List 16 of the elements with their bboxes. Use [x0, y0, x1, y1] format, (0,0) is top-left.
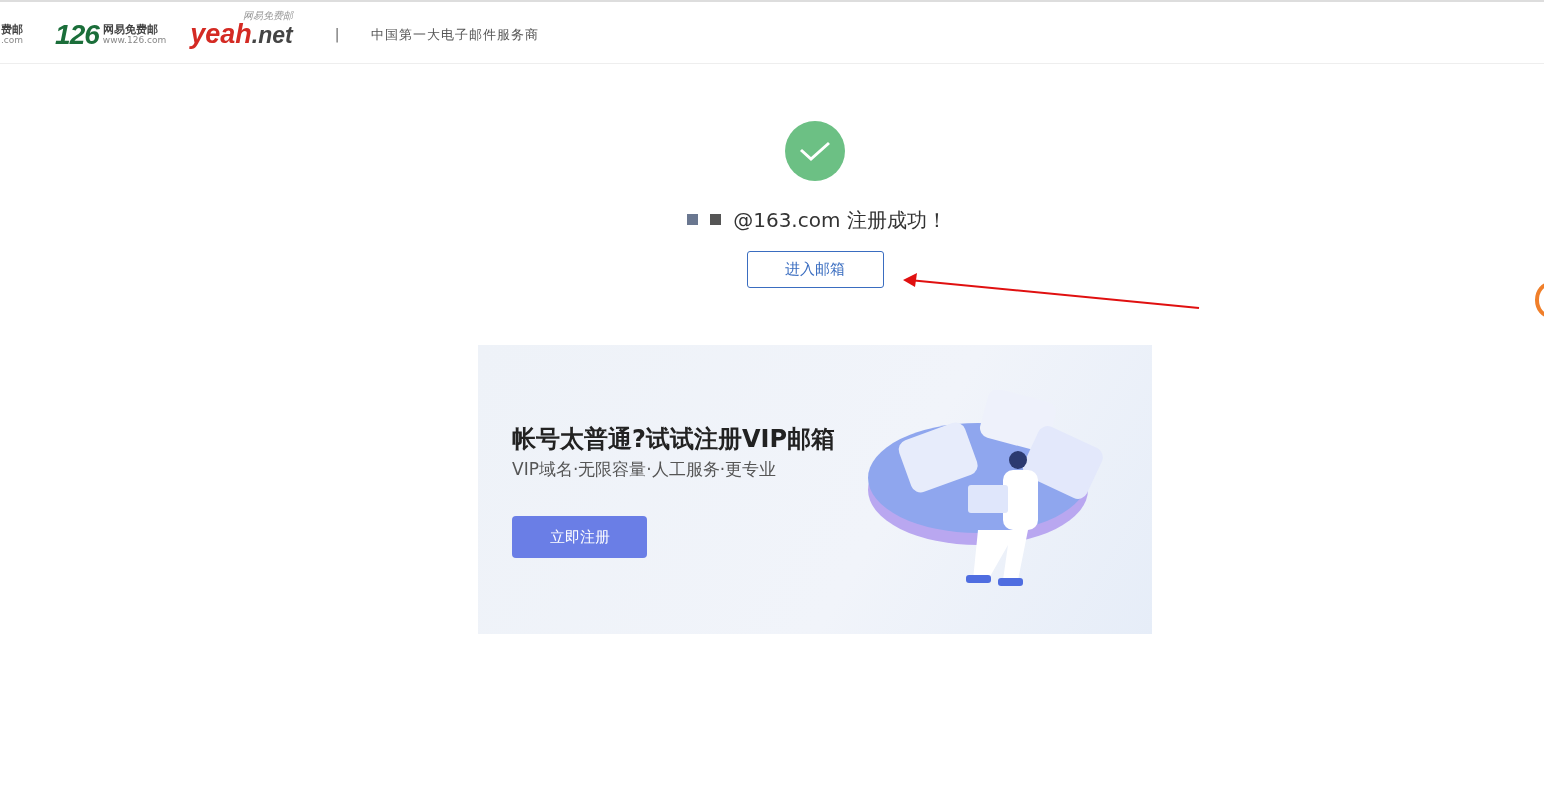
register-button[interactable]: 立即注册	[512, 515, 647, 558]
logo-text[interactable]: 费邮	[1, 23, 24, 36]
banner-title: 帐号太普通?试试注册VIP邮箱	[512, 424, 835, 456]
banner-subtitle: VIP域名·无限容量·人工服务·更专业	[512, 458, 778, 482]
success-message: @163.com 注册成功！	[733, 207, 947, 234]
separator: |	[334, 25, 340, 45]
success-check-icon	[785, 121, 845, 181]
logo-tag[interactable]: 网易免费邮	[190, 11, 293, 21]
tagline: 中国第一大电子邮件服务商	[371, 25, 540, 44]
logo-word[interactable]: yeah	[190, 19, 252, 49]
logo-text[interactable]: 网易免费邮	[102, 23, 167, 36]
logo-suffix[interactable]: .net	[251, 22, 293, 48]
logo-mark[interactable]: 126	[55, 13, 99, 56]
logo-domain[interactable]: www.126.com	[102, 35, 167, 46]
logo-domain[interactable]: .com	[1, 35, 24, 46]
enter-mailbox-button[interactable]: 进入邮箱	[746, 251, 884, 288]
